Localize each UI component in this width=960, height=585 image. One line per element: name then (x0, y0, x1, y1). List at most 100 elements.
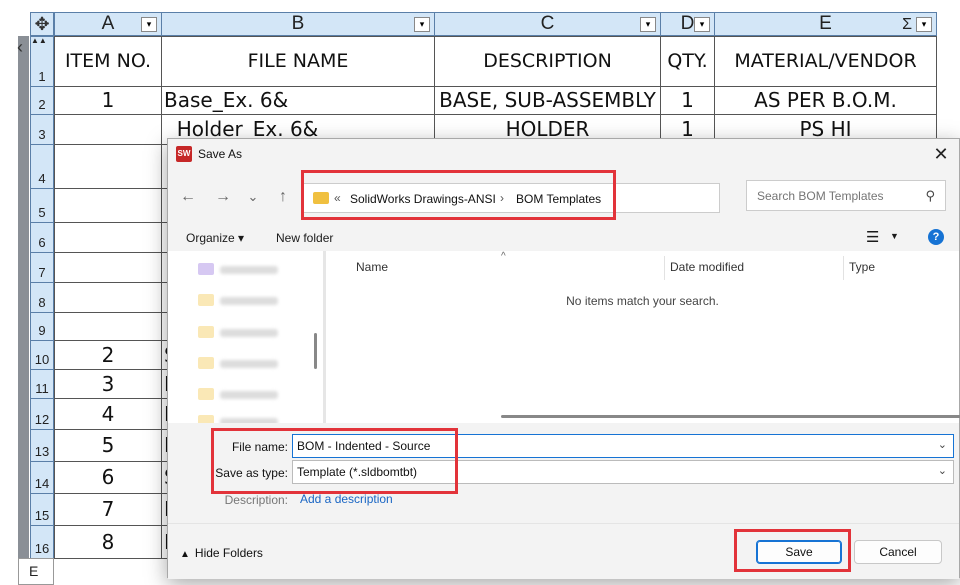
table-cell[interactable] (54, 312, 162, 341)
row-header[interactable]: 3 (30, 114, 54, 145)
row-header[interactable]: 10 (30, 340, 54, 370)
search-icon[interactable]: ⚲ (925, 188, 935, 204)
file-name-dropdown-icon[interactable]: ⌄ (938, 438, 947, 451)
column-header-e[interactable]: E Σ ▾ (714, 12, 937, 36)
table-cell[interactable]: 6 (54, 461, 162, 494)
row-header[interactable]: 7 (30, 252, 54, 283)
view-dropdown-icon[interactable]: ▼ (890, 231, 899, 241)
back-arrow-icon[interactable]: ← (177, 186, 199, 208)
up-folder-icon[interactable]: ↑ (272, 186, 294, 208)
help-icon[interactable]: ? (928, 229, 944, 245)
table-cell[interactable]: 1 (660, 86, 715, 115)
hide-folders-button[interactable]: ▲ Hide Folders (180, 546, 263, 560)
table-header-cell[interactable]: QTY. (660, 36, 715, 87)
row-header[interactable]: 5 (30, 188, 54, 223)
view-options-icon[interactable]: ☰ (866, 228, 879, 246)
address-bar[interactable]: « SolidWorks Drawings-ANSI › BOM Templat… (302, 183, 854, 213)
file-name-field[interactable]: ⌄ (292, 434, 954, 458)
row-header[interactable]: 6 (30, 222, 54, 253)
new-folder-button[interactable]: New folder (276, 231, 333, 245)
file-name-input[interactable] (297, 438, 447, 454)
column-dropdown-icon[interactable]: ▾ (640, 17, 656, 32)
forward-arrow-icon[interactable]: → (212, 186, 234, 208)
row-header[interactable]: 2 (30, 86, 54, 115)
column-letter: B (291, 13, 305, 34)
table-header-cell[interactable]: MATERIAL/VENDOR (714, 36, 937, 87)
file-list[interactable]: ^ Name Date modified Type No items match… (326, 251, 960, 423)
save-as-type-dropdown-icon[interactable]: ⌄ (938, 464, 947, 477)
row-header[interactable]: 12 (30, 398, 54, 430)
row-header[interactable]: 14 (30, 461, 54, 494)
collapse-rows-icon[interactable]: ▲▲ (31, 37, 47, 45)
table-move-handle-icon[interactable]: ✥ (30, 12, 54, 36)
column-dropdown-icon[interactable]: ▾ (414, 17, 430, 32)
horizontal-scrollbar[interactable] (501, 415, 960, 418)
empty-list-message: No items match your search. (566, 294, 719, 308)
table-cell[interactable] (54, 252, 162, 283)
navigation-pane[interactable] (168, 251, 323, 423)
table-cell[interactable] (54, 114, 162, 145)
row-header[interactable]: 16 (30, 525, 54, 559)
row-header[interactable]: 8 (30, 282, 54, 313)
table-cell[interactable]: 3 (54, 369, 162, 399)
address-overflow-icon[interactable]: « (334, 191, 341, 205)
breadcrumb-solidworks-drawings-ansi[interactable]: SolidWorks Drawings-ANSI (350, 192, 496, 206)
folder-icon (198, 357, 214, 369)
column-divider[interactable] (843, 256, 844, 280)
column-dropdown-icon[interactable]: ▾ (694, 17, 710, 32)
table-cell[interactable]: 8 (54, 525, 162, 559)
table-cell[interactable]: BASE, SUB-ASSEMBLY (434, 86, 661, 115)
navigation-bar: ← → ⌄ ↑ « SolidWorks Drawings-ANSI › BOM… (168, 169, 959, 225)
column-header-name[interactable]: Name (356, 260, 388, 274)
table-cell[interactable]: 1 (54, 86, 162, 115)
column-header-d[interactable]: D ▾ (660, 12, 715, 36)
table-cell[interactable] (54, 144, 162, 189)
save-button[interactable]: Save (756, 540, 842, 564)
description-label: Description: (224, 493, 288, 507)
table-header-cell[interactable]: ITEM NO. (54, 36, 162, 87)
blurred-label (220, 391, 278, 399)
navigation-scrollbar[interactable] (314, 333, 317, 369)
table-cell[interactable]: 2 (54, 340, 162, 370)
table-cell[interactable]: 5 (54, 429, 162, 462)
row-header[interactable]: 9 (30, 312, 54, 341)
column-dropdown-icon[interactable]: ▾ (141, 17, 157, 32)
add-description-link[interactable]: Add a description (300, 492, 393, 506)
row-header[interactable]: 15 (30, 493, 54, 526)
column-letter: A (101, 13, 115, 34)
close-icon[interactable]: ✕ (929, 142, 953, 166)
table-header-cell[interactable]: FILE NAME (161, 36, 435, 87)
table-cell[interactable] (54, 282, 162, 313)
table-cell[interactable]: Base_Ex. 6& (161, 86, 435, 115)
folder-icon (198, 388, 214, 400)
column-header-type[interactable]: Type (849, 260, 875, 274)
table-header-cell[interactable]: DESCRIPTION (434, 36, 661, 87)
search-input[interactable] (755, 187, 915, 205)
column-header-date-modified[interactable]: Date modified (670, 260, 744, 274)
column-dropdown-icon[interactable]: ▾ (916, 17, 932, 32)
column-divider[interactable] (664, 256, 665, 280)
file-fields: File name: ⌄ Save as type: Template (*.s… (168, 423, 959, 523)
row-header[interactable]: 11 (30, 369, 54, 399)
column-header-b[interactable]: B ▾ (161, 12, 435, 36)
row-header[interactable]: 13 (30, 429, 54, 462)
search-box[interactable]: ⚲ (746, 180, 946, 211)
dialog-title: Save As (198, 147, 243, 161)
save-as-type-select[interactable]: Template (*.sldbomtbt) ⌄ (292, 460, 954, 484)
column-header-a[interactable]: A ▾ (54, 12, 162, 36)
column-header-c[interactable]: C ▾ (434, 12, 661, 36)
row-header[interactable]: 4 (30, 144, 54, 189)
table-cell[interactable] (54, 188, 162, 223)
table-cell[interactable]: 7 (54, 493, 162, 526)
table-cell[interactable]: 4 (54, 398, 162, 430)
sum-icon[interactable]: Σ (902, 14, 912, 36)
breadcrumb-bom-templates[interactable]: BOM Templates (516, 192, 601, 206)
column-letter: D (680, 13, 695, 34)
cancel-button[interactable]: Cancel (854, 540, 942, 564)
table-cell[interactable] (54, 222, 162, 253)
organize-menu-button[interactable]: Organize ▾ (186, 231, 244, 245)
table-cell[interactable]: AS PER B.O.M. (714, 86, 937, 115)
recent-locations-icon[interactable]: ⌄ (242, 186, 264, 208)
collapse-left-icon[interactable]: ‹ (17, 38, 23, 56)
breadcrumb-separator-icon[interactable]: › (500, 191, 504, 205)
